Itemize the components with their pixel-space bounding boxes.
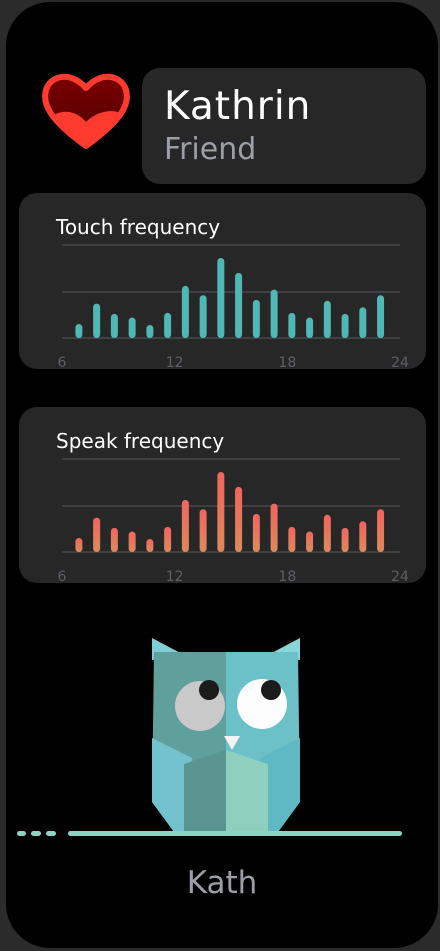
touch-frequency-card[interactable]: Touch frequency 6 12 18 24 (19, 193, 426, 369)
chart-bar (252, 513, 260, 552)
chart-bar (341, 313, 349, 338)
chart-bar (199, 509, 207, 552)
x-tick-label: 6 (58, 569, 67, 583)
ground-line (68, 831, 402, 836)
chart-bar (323, 514, 331, 552)
ground-dash (46, 831, 56, 836)
owl-avatar[interactable] (152, 638, 300, 834)
speak-frequency-card[interactable]: Speak frequency 6 12 18 24 (19, 407, 426, 583)
chart-bar (164, 526, 172, 552)
contact-card[interactable]: Kathrin Friend (142, 68, 426, 184)
chart-bar (110, 527, 118, 552)
chart-bar (217, 258, 225, 338)
ground-dash (31, 831, 41, 836)
chart-bar (146, 324, 154, 338)
chart-bar (110, 313, 118, 338)
contact-nickname: Kath (186, 865, 258, 901)
chart-bar (181, 499, 189, 552)
contact-name: Kathrin (164, 84, 312, 129)
chart-bar (270, 503, 278, 552)
chart-bar (306, 531, 314, 552)
ground-dash (17, 831, 26, 836)
chart-bar (75, 324, 83, 338)
chart-bar (323, 300, 331, 338)
chart-bar (359, 307, 367, 338)
chart-bar (235, 486, 243, 552)
chart-bar (75, 538, 83, 552)
chart-bar (235, 272, 243, 338)
x-tick-label: 24 (391, 569, 409, 583)
watch-screen: Kathrin Friend Touch frequency 6 12 18 24 S… (6, 2, 438, 948)
chart-bar (164, 312, 172, 338)
chart-bar (377, 509, 385, 552)
x-tick-label: 12 (166, 569, 184, 583)
chart-bar (288, 312, 296, 338)
heart-icon[interactable] (40, 68, 132, 152)
chart-bar (252, 299, 260, 338)
x-tick-label: 12 (166, 355, 184, 369)
x-tick-label: 24 (391, 355, 409, 369)
chart-bar (93, 517, 101, 552)
chart-bar (306, 317, 314, 338)
x-tick-label: 6 (58, 355, 67, 369)
chart-bar (199, 295, 207, 338)
chart-bar (377, 295, 385, 338)
chart-bar (288, 526, 296, 552)
x-tick-label: 18 (278, 355, 296, 369)
x-tick-label: 18 (278, 569, 296, 583)
chart-bar (359, 521, 367, 552)
speak-frequency-chart: 6 12 18 24 (58, 458, 409, 583)
touch-frequency-chart: 6 12 18 24 (58, 244, 409, 369)
chart-bar (146, 538, 154, 552)
chart-bar (128, 531, 136, 552)
chart-bar (181, 285, 189, 338)
chart-bar (341, 527, 349, 552)
chart-bar (93, 303, 101, 338)
chart-bar (270, 289, 278, 338)
chart-bar (217, 472, 225, 552)
chart-bar (128, 317, 136, 338)
contact-relation: Friend (164, 132, 257, 167)
